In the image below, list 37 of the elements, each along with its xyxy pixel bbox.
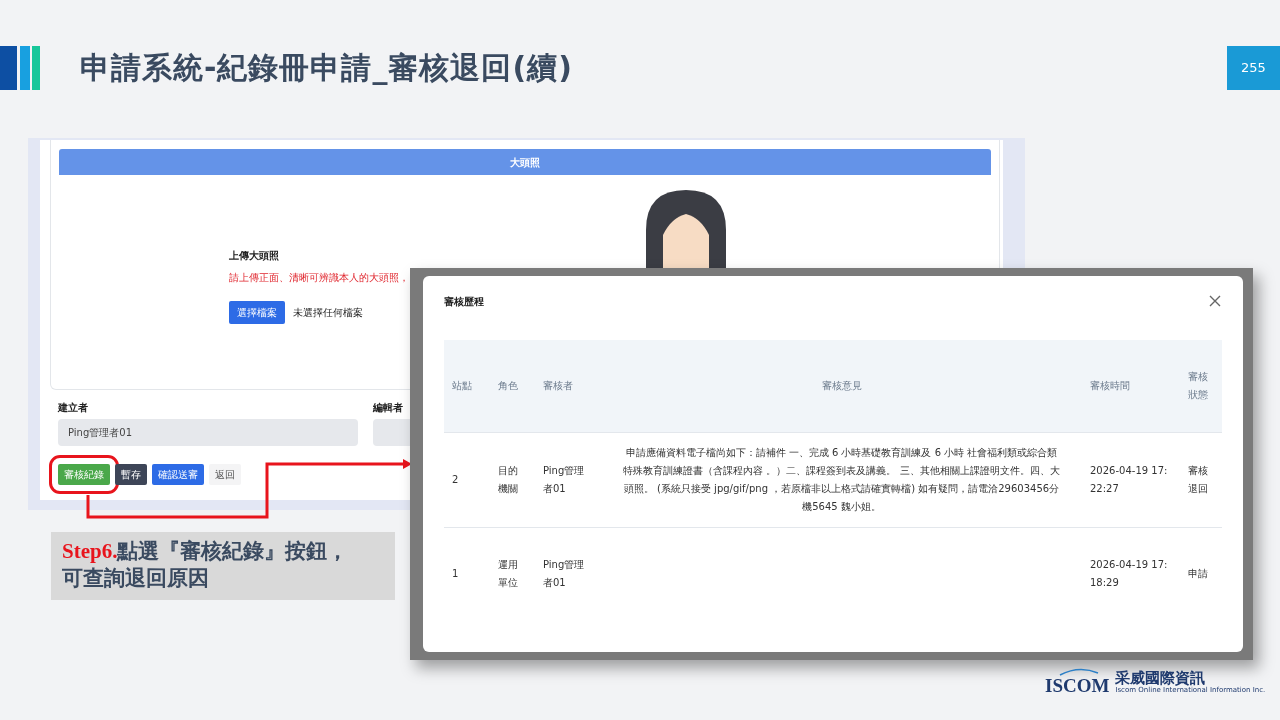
choose-file-button[interactable]: 選擇檔案 [229,301,285,324]
upload-hint: 請上傳正面、清晰可辨識本人的大頭照， [229,271,409,285]
field-label: 編輯者 [373,401,404,415]
table-cell: 目的機關 [498,464,518,494]
section-header: 大頭照 [59,149,991,175]
table-cell: Ping管理者01 [543,464,585,494]
column-header: 角色 [490,340,535,432]
table-cell: Ping管理者01 [543,558,585,588]
swoosh-icon [1059,668,1099,676]
column-header: 審核者 [535,340,601,432]
table-cell: 運用單位 [498,558,518,588]
column-header: 審核時間 [1082,340,1180,432]
upload-label: 上傳大頭照 [229,249,280,263]
table-cell: 2026-04-19 17:22:27 [1090,464,1168,494]
modal-title: 審核歷程 [444,294,484,309]
column-header: 站點 [444,340,490,432]
logo-brand: ISCOM [1045,676,1110,696]
column-header: 審核狀態 [1180,340,1222,432]
title-accent-bars [0,46,40,90]
table-cell: 申請 [1188,567,1208,579]
table-cell: 2026-04-19 17:18:29 [1090,558,1168,588]
form-button[interactable]: 暫存 [115,464,147,485]
page-number: 255 [1227,46,1280,90]
close-icon[interactable] [1208,294,1222,308]
form-button[interactable]: 返回 [209,464,241,485]
table-cell: 申請應備資料電子檔尚如下：請補件 一、完成 6 小時基礎教育訓練及 6 小時 社會福利類或綜合類特殊教育訓練證書（含課程內容 。）二、課程簽到表及講義。 三、其他相關上課證明文件。四、大頭照。 (系統只接受 jpg/gif/png ，若原檔非以上格式請確實轉檔) 如有疑問，請電洽29603456分機5645 魏小姐。 [623,446,1060,512]
text-field[interactable]: Ping管理者01 [58,419,358,446]
table-cell: 審核退回 [1188,464,1208,494]
file-status: 未選擇任何檔案 [293,306,363,320]
form-button[interactable]: 確認送審 [152,464,204,485]
table-cell: 1 [452,567,459,579]
step-caption: Step6.點選『審核紀錄』按鈕，可查詢退回原因 [62,538,350,592]
slide-title: 申請系統-紀錄冊申請_審核退回(續) [80,49,573,87]
column-header: 審核意見 [601,340,1082,432]
field-label: 建立者 [58,401,89,415]
logo-chinese-name: 采威國際資訊 [1115,670,1206,686]
table-cell: 2 [452,473,459,485]
